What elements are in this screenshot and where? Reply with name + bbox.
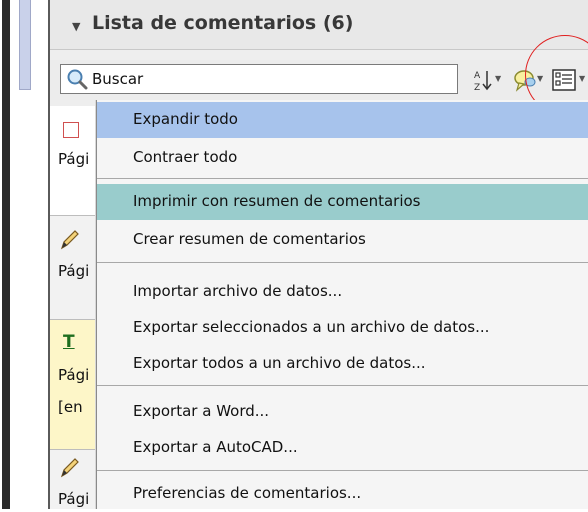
search-input[interactable] (92, 66, 452, 92)
sticky-note-icon (63, 122, 79, 138)
menu-item-label: Expandir todo (133, 110, 238, 128)
menu-separator (97, 470, 588, 471)
svg-text:Z: Z (474, 83, 480, 92)
menu-item-label: Exportar seleccionados a un archivo de d… (133, 318, 490, 336)
window-edge (2, 0, 10, 509)
menu-item-import-data[interactable]: Importar archivo de datos... (97, 274, 588, 310)
panel-tab[interactable] (19, 0, 31, 90)
menu-item-export-selected[interactable]: Exportar seleccionados a un archivo de d… (97, 310, 588, 346)
menu-item-print-summary[interactable]: Imprimir con resumen de comentarios (97, 184, 588, 220)
list-item-page-label: Pági (58, 150, 90, 168)
pencil-icon (60, 230, 79, 250)
menu-item-preferences[interactable]: Preferencias de comentarios... (97, 476, 588, 512)
menu-item-label: Exportar a Word... (133, 402, 270, 420)
sort-icon[interactable]: A Z (472, 68, 494, 92)
menu-item-export-all[interactable]: Exportar todos a un archivo de datos... (97, 346, 588, 382)
menu-separator (97, 178, 588, 179)
menu-item-label: Imprimir con resumen de comentarios (133, 192, 421, 210)
menu-item-label: Crear resumen de comentarios (133, 230, 366, 248)
menu-item-label: Contraer todo (133, 148, 238, 166)
panel-title: Lista de comentarios (6) (92, 12, 354, 34)
menu-separator (97, 385, 588, 386)
collapse-triangle-icon[interactable]: ▼ (72, 20, 80, 33)
menu-item-label: Preferencias de comentarios... (133, 484, 362, 502)
menu-item-export-word[interactable]: Exportar a Word... (97, 394, 588, 430)
sort-dropdown-arrow-icon[interactable]: ▼ (495, 74, 501, 83)
menu-separator (97, 262, 588, 263)
menu-item-create-summary[interactable]: Crear resumen de comentarios (97, 222, 588, 258)
list-item-page-label: Pági (58, 366, 90, 384)
menu-item-label: Importar archivo de datos... (133, 282, 343, 300)
text-edit-icon: T (63, 332, 75, 352)
search-icon (67, 69, 88, 90)
menu-item-expand-all[interactable]: Expandir todo (97, 102, 588, 138)
menu-item-export-autocad[interactable]: Exportar a AutoCAD... (97, 430, 588, 466)
menu-item-collapse-all[interactable]: Contraer todo (97, 140, 588, 176)
list-item-excerpt: [en (58, 398, 83, 416)
list-item-page-label: Pági (58, 262, 90, 280)
svg-text:A: A (474, 71, 481, 81)
list-item-page-label: Pági (58, 490, 90, 508)
menu-item-label: Exportar todos a un archivo de datos... (133, 354, 426, 372)
pencil-icon (60, 458, 79, 478)
menu-item-label: Exportar a AutoCAD... (133, 438, 298, 456)
